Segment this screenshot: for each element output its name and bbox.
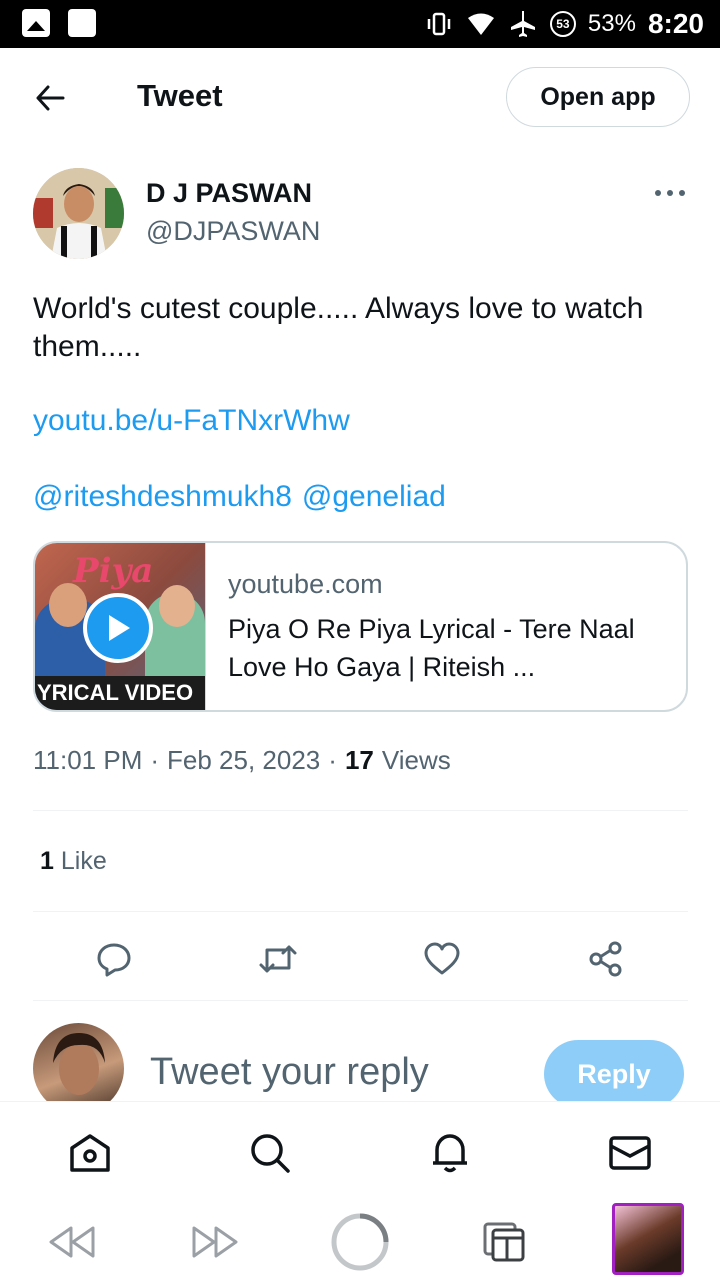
divider (33, 911, 688, 912)
video-thumbnail[interactable]: Piya YRICAL VIDEO (35, 543, 205, 710)
system-nav-bar (0, 1201, 720, 1280)
likes-label: Like (60, 847, 107, 875)
gallery-notification-icon (22, 9, 50, 37)
battery-level: 53% (587, 10, 636, 37)
home-icon (70, 1134, 110, 1172)
play-icon (109, 615, 130, 641)
app-notification-icon (68, 9, 96, 37)
mention-link[interactable]: @riteshdeshmukh8 (33, 480, 292, 514)
browser-forward-button[interactable] (183, 1209, 249, 1275)
reply-submit-button[interactable]: Reply (544, 1040, 684, 1108)
clock: 8:20 (647, 8, 704, 39)
reply-input[interactable]: Tweet your reply (150, 1051, 429, 1094)
browser-back-button[interactable] (38, 1209, 104, 1275)
author-avatar[interactable] (33, 168, 124, 259)
tweet-link[interactable]: youtu.be/u-FaTNxrWhw (33, 404, 350, 438)
like-button[interactable] (417, 934, 467, 984)
tweet-text: World's cutest couple..... Always love t… (33, 292, 644, 363)
tabs-icon (483, 1222, 525, 1262)
open-app-button[interactable]: Open app (506, 67, 690, 127)
tweet-meta: 11:01 PM · Feb 25, 2023 · 17 Views (33, 745, 451, 776)
arrow-left-icon (36, 85, 65, 111)
tweet-date[interactable]: Feb 25, 2023 (167, 745, 320, 776)
thumb-caption: YRICAL VIDEO (37, 680, 194, 705)
share-icon (589, 941, 622, 977)
thumb-face (159, 585, 195, 627)
back-icon (49, 1226, 95, 1258)
meta-separator: · (328, 745, 337, 775)
like-icon (424, 942, 460, 975)
nav-notifications[interactable] (425, 1128, 475, 1178)
mention-link[interactable]: @geneliad (302, 480, 446, 514)
link-preview-card[interactable]: Piya YRICAL VIDEO youtube.com Piya O Re … (33, 541, 688, 712)
retweet-button[interactable] (253, 934, 303, 984)
profile-thumb[interactable] (612, 1203, 684, 1275)
tweet-time: 11:01 PM (33, 745, 143, 775)
share-button[interactable] (581, 934, 631, 984)
more-dots-icon (655, 190, 685, 196)
likes-summary[interactable]: 1 Like (40, 847, 107, 876)
author-name[interactable]: D J PASWAN (146, 178, 312, 209)
play-button[interactable] (83, 593, 153, 663)
status-bar: 53 53% 8:20 (0, 0, 720, 48)
reply-icon (97, 943, 131, 977)
retweet-icon (259, 945, 297, 973)
card-title: Piya O Re Piya Lyrical - Tere Naal Love … (228, 614, 635, 682)
top-bar: Tweet Open app (0, 48, 720, 146)
views-count: 17 (344, 745, 374, 775)
browser-tabs-button[interactable] (472, 1209, 538, 1275)
divider (33, 1000, 688, 1001)
browser-home-button[interactable] (327, 1209, 393, 1275)
messages-icon (609, 1136, 651, 1170)
tweet-actions (0, 930, 720, 990)
nav-search[interactable] (245, 1128, 295, 1178)
reply-button[interactable] (89, 934, 139, 984)
author-photo (33, 168, 124, 259)
more-options-button[interactable] (652, 178, 688, 208)
views-label: Views (381, 745, 451, 775)
back-button[interactable] (28, 78, 72, 118)
airplane-icon (510, 11, 535, 37)
thumb-title: Piya (73, 551, 154, 591)
wifi-icon (467, 13, 494, 35)
divider (33, 810, 688, 811)
vibrate-icon (427, 12, 451, 36)
meta-separator: · (150, 745, 160, 775)
nav-messages[interactable] (605, 1128, 655, 1178)
notifications-icon (433, 1134, 467, 1173)
likes-count: 1 (40, 847, 54, 875)
author-handle[interactable]: @DJPASWAN (146, 216, 320, 247)
card-body: youtube.com Piya O Re Piya Lyrical - Ter… (205, 543, 686, 710)
card-domain: youtube.com (228, 569, 383, 599)
page-title: Tweet (137, 78, 223, 113)
nav-home[interactable] (65, 1128, 115, 1178)
search-icon (251, 1134, 290, 1173)
data-saver-badge: 53 (549, 11, 576, 37)
mentions: @riteshdeshmukh8 @geneliad (33, 480, 446, 514)
bottom-nav (0, 1101, 720, 1201)
home-circle-icon (331, 1213, 389, 1271)
forward-icon (192, 1226, 238, 1258)
